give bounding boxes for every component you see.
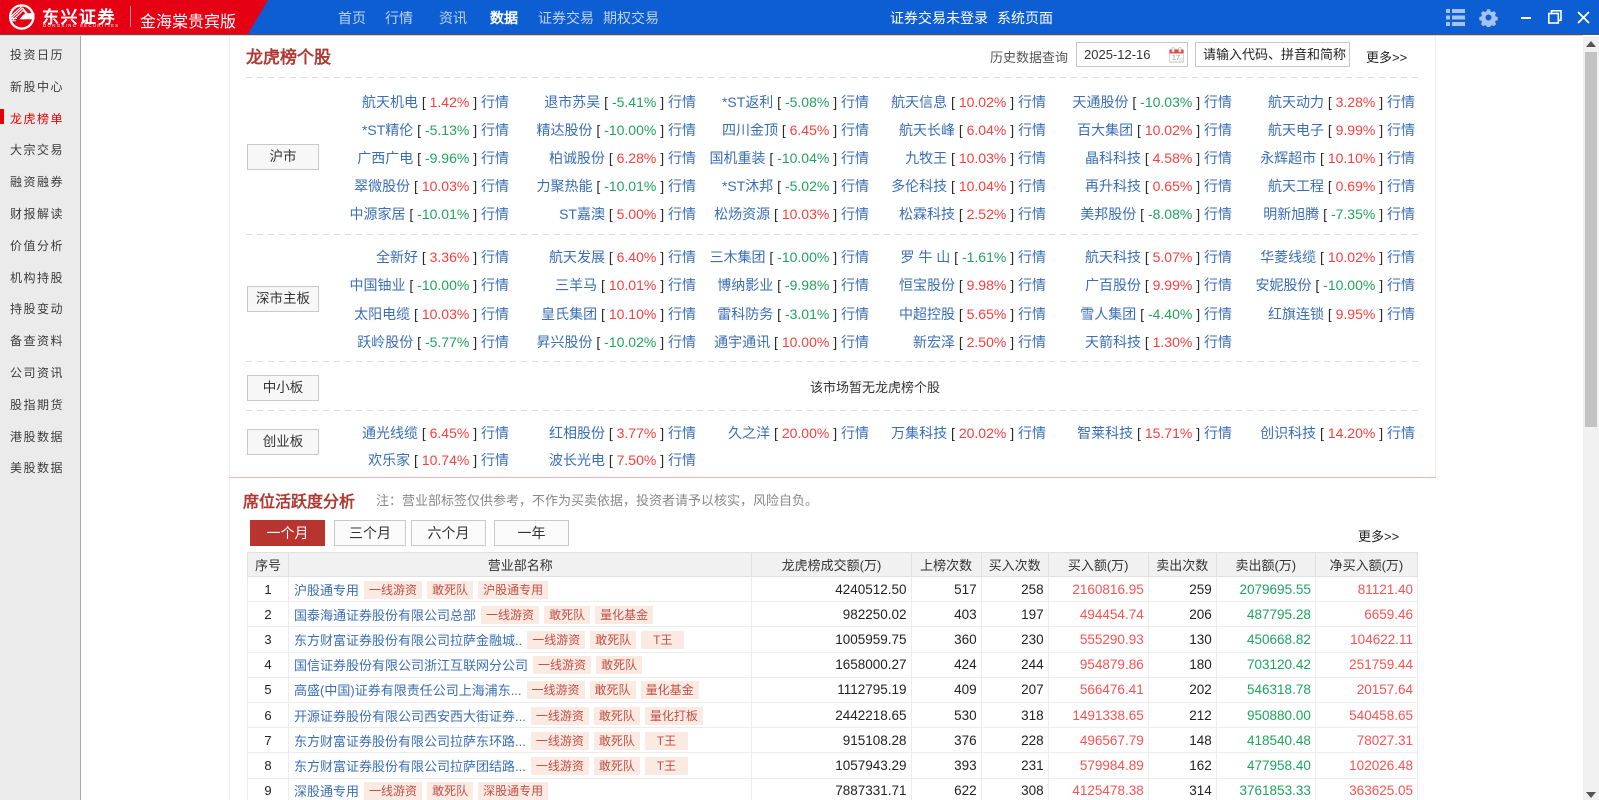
- svg-text:17: 17: [1172, 53, 1180, 62]
